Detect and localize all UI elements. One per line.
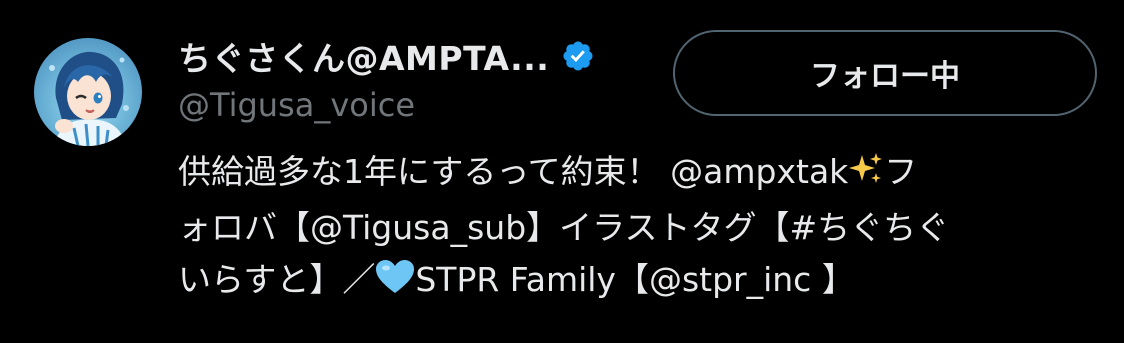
display-name[interactable]: ちぐさくん@AMPTA... (178, 32, 549, 80)
verified-badge-icon[interactable] (561, 39, 595, 73)
name-row: ちぐさくん@AMPTA... (178, 34, 595, 78)
following-button[interactable]: フォロー中 (673, 30, 1097, 116)
bio-line-1: 供給過多な1年にするって約束！ @ampxtak フ (178, 146, 1078, 202)
avatar-illustration-icon (49, 51, 129, 146)
profile-bio: 供給過多な1年にするって約束！ @ampxtak フ ォロバ【@Tigusa_s… (178, 146, 1078, 310)
light-blue-heart-emoji-icon (375, 258, 415, 310)
user-handle[interactable]: @Tigusa_voice (178, 86, 415, 124)
sparkles-emoji-icon (848, 150, 884, 202)
bio-text: いらすと】／ (178, 260, 376, 299)
bio-text: 供給過多な1年にするって約束！ @ampxtak (178, 152, 849, 191)
bio-text: ォロバ【@Tigusa_sub】イラストタグ【#ちぐちぐ (178, 208, 950, 247)
bio-line-2: ォロバ【@Tigusa_sub】イラストタグ【#ちぐちぐ (178, 202, 1078, 254)
profile-avatar[interactable] (34, 38, 142, 146)
bio-text: STPR Family【@stpr_inc 】 (415, 260, 855, 299)
following-button-label: フォロー中 (810, 59, 960, 94)
bio-text: フ (884, 152, 918, 191)
bio-line-3: いらすと】／ STPR Family【@stpr_inc 】 (178, 254, 1078, 310)
profile-card: ちぐさくん@AMPTA... @Tigusa_voice フォロー中 供給過多な… (0, 0, 1124, 343)
